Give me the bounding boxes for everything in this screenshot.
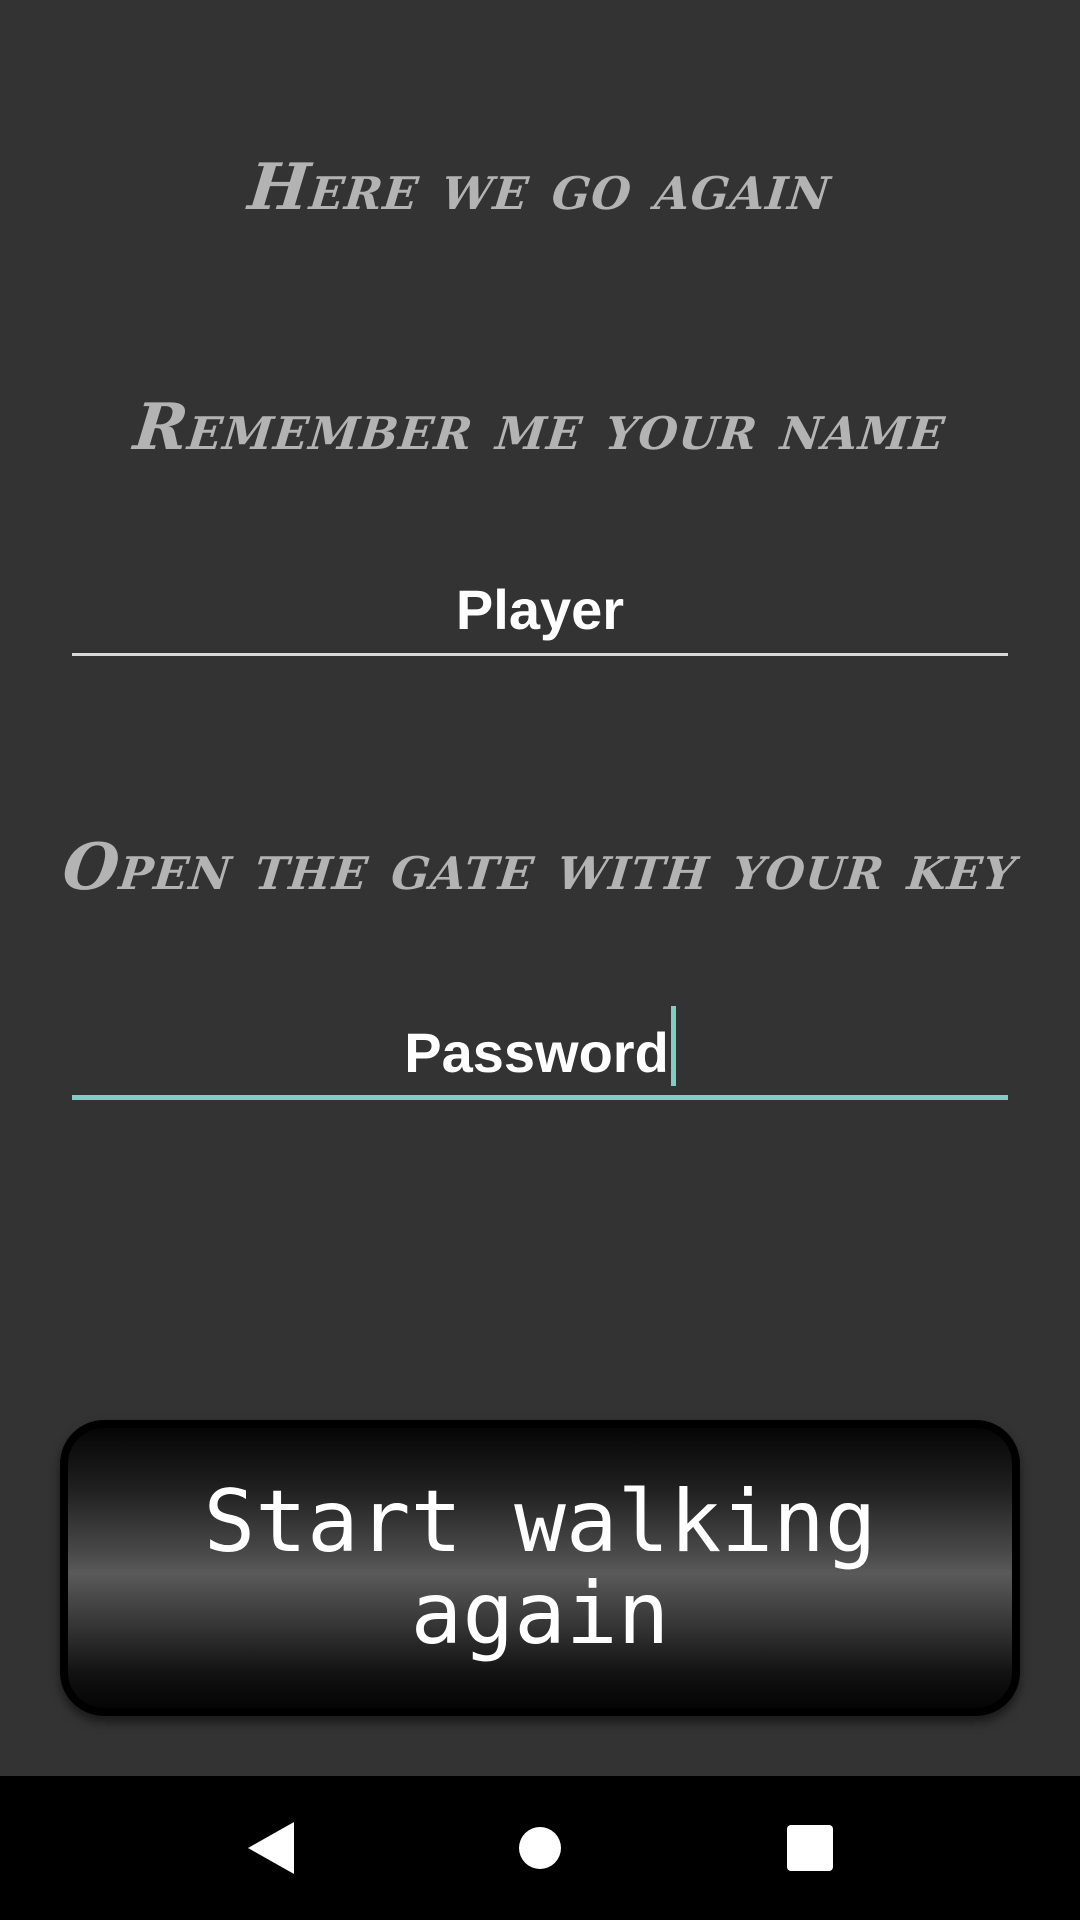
name-prompt-label: Remember me your name xyxy=(130,390,950,465)
home-circle-icon[interactable] xyxy=(500,1808,580,1888)
start-walking-button[interactable]: Start walking again xyxy=(60,1420,1020,1716)
password-input-value: Password xyxy=(404,1021,669,1084)
name-input-value: Player xyxy=(455,578,625,641)
password-input-wrapper: Password xyxy=(72,1006,1008,1086)
login-screen: Here we go again Remember me your name P… xyxy=(0,0,1080,1920)
recents-square-icon[interactable] xyxy=(770,1808,850,1888)
start-walking-button-label: Start walking again xyxy=(203,1472,877,1664)
name-input-underline xyxy=(72,653,1008,656)
password-prompt-label: Open the gate with your key xyxy=(59,830,1021,905)
password-input[interactable]: Password xyxy=(72,1006,1008,1100)
text-cursor xyxy=(670,1006,676,1086)
back-triangle-icon[interactable] xyxy=(228,1808,308,1888)
page-title: Here we go again xyxy=(244,150,836,225)
system-navigation-bar xyxy=(0,1776,1080,1920)
name-input[interactable]: Player xyxy=(72,566,1008,656)
password-input-underline xyxy=(72,1095,1008,1100)
